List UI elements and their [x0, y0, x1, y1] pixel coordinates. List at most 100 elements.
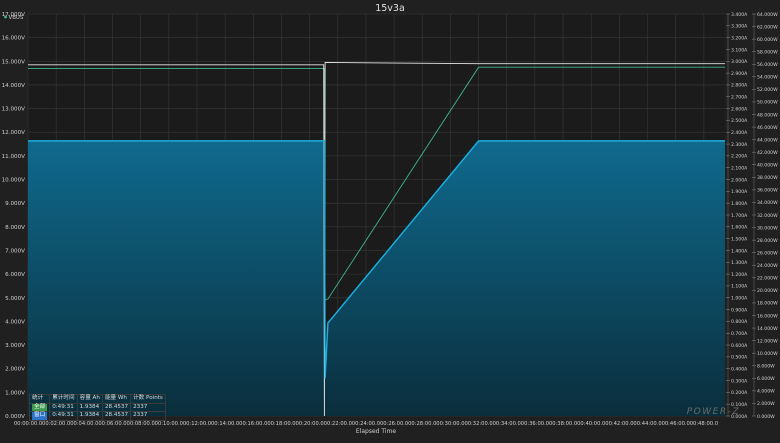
right-tick-label: 28.000W: [757, 238, 778, 244]
right-tick-label: 32.000W: [757, 213, 778, 219]
right-tick-label: 16.000W: [757, 313, 778, 319]
stats-table: 统计 累计时间 容量 Ah 能量 Wh 计数 Points 全部 0:49:31…: [28, 394, 166, 421]
right-tick-label: 42.000W: [757, 150, 778, 156]
mid-tick-label: 3.300A: [731, 24, 748, 30]
x-tick-label: 00:14:00.0: [211, 421, 239, 427]
stats-header-cell: 统计: [28, 394, 51, 404]
x-tick-label: 00:18:00.0: [267, 421, 295, 427]
mid-tick-label: 1.100A: [731, 284, 748, 290]
x-tick-label: 00:36:00.0: [521, 421, 549, 427]
left-tick-label: 3.000V: [5, 343, 25, 349]
stats-points: 2337: [130, 402, 166, 413]
mid-tick-label: 1.800A: [731, 201, 748, 207]
right-tick-label: 26.000W: [757, 250, 778, 256]
right-tick-label: 20.000W: [757, 288, 778, 294]
stats-ah: 1.9384: [76, 402, 103, 413]
left-tick-label: 9.000V: [5, 201, 25, 207]
right-tick-label: 12.000W: [757, 338, 778, 344]
right-tick-label: 64.000W: [757, 12, 778, 18]
mid-tick-label: 0.700A: [731, 331, 748, 337]
mid-tick-label: 2.700A: [731, 95, 748, 101]
x-axis-label: Elapsed Time: [356, 428, 396, 435]
stats-ah: 1.9384: [76, 411, 103, 421]
mid-tick-label: 1.000A: [731, 296, 748, 302]
right-tick-label: 0.000W: [757, 414, 775, 420]
chart-svg: 15v3a VBUSIBUSPWR 0.000V1.000V2.000V3.00…: [2, 3, 778, 435]
right-tick-label: 60.000W: [757, 37, 778, 43]
right-tick-label: 22.000W: [757, 276, 778, 282]
mid-tick-label: 1.900A: [731, 189, 748, 195]
mid-tick-label: 1.500A: [731, 236, 748, 242]
mid-tick-label: 2.500A: [731, 118, 748, 124]
x-tick-label: 00:04:00.0: [70, 421, 98, 427]
x-tick-label: 00:48:00.0: [690, 421, 718, 427]
x-tick-label: 00:28:00.0: [408, 421, 436, 427]
mid-tick-label: 0.400A: [731, 367, 748, 373]
left-tick-label: 0.000V: [5, 414, 25, 420]
stats-row-label: 全部: [28, 402, 51, 413]
chart-title: 15v3a: [375, 3, 405, 14]
right-tick-label: 10.000W: [757, 351, 778, 357]
left-tick-label: 7.000V: [5, 248, 25, 254]
mid-tick-label: 2.100A: [731, 166, 748, 172]
x-tick-label: 00:00:00.0: [14, 421, 42, 427]
x-tick-label: 00:10:00.0: [155, 421, 183, 427]
right-tick-label: 44.000W: [757, 137, 778, 143]
mid-tick-label: 3.100A: [731, 47, 748, 53]
right-tick-label: 54.000W: [757, 75, 778, 81]
right-tick-label: 50.000W: [757, 100, 778, 106]
stats-row-label: 窗口: [28, 411, 51, 421]
right-tick-label: 38.000W: [757, 175, 778, 181]
x-tick-label: 00:24:00.0: [352, 421, 380, 427]
mid-tick-label: 0.500A: [731, 355, 748, 361]
stats-header-row: 统计 累计时间 容量 Ah 能量 Wh 计数 Points: [28, 394, 166, 404]
x-tick-label: 00:20:00.0: [295, 421, 323, 427]
left-tick-label: 14.000V: [2, 83, 26, 89]
stats-time: 0:49:31: [49, 402, 78, 413]
mid-tick-label: 1.700A: [731, 213, 748, 219]
stats-row-all: 全部 0:49:31 1.9384 28.4537 2337: [28, 402, 166, 413]
stats-header-cell: 能量 Wh: [101, 394, 132, 404]
stats-header-cell: 累计时间: [49, 394, 78, 404]
x-tick-label: 00:16:00.0: [239, 421, 267, 427]
mid-tick-label: 1.400A: [731, 248, 748, 254]
mid-tick-label: 2.900A: [731, 71, 748, 77]
x-tick-label: 00:34:00.0: [493, 421, 521, 427]
stats-wh: 28.4537: [101, 411, 132, 421]
x-tick-label: 00:22:00.0: [324, 421, 352, 427]
x-tick-label: 00:12:00.0: [183, 421, 211, 427]
left-tick-label: 10.000V: [2, 178, 26, 184]
mid-tick-label: 2.300A: [731, 142, 748, 148]
watermark: POWER-Z: [687, 407, 740, 417]
stats-header-cell: 容量 Ah: [76, 394, 103, 404]
left-tick-label: 12.000V: [2, 130, 26, 136]
x-tick-label: 00:26:00.0: [380, 421, 408, 427]
right-tick-label: 58.000W: [757, 49, 778, 55]
right-tick-label: 56.000W: [757, 62, 778, 68]
left-tick-label: 8.000V: [5, 225, 25, 231]
left-tick-label: 4.000V: [5, 319, 25, 325]
chart-window: 15v3a VBUSIBUSPWR 0.000V1.000V2.000V3.00…: [0, 0, 780, 439]
mid-tick-label: 0.300A: [731, 378, 748, 384]
right-tick-label: 46.000W: [757, 125, 778, 131]
mid-tick-label: 1.300A: [731, 260, 748, 266]
stats-swatch-window: 窗口: [32, 412, 48, 420]
mid-tick-label: 2.000A: [731, 177, 748, 183]
right-tick-label: 62.000W: [757, 24, 778, 30]
mid-tick-label: 0.900A: [731, 307, 748, 313]
left-tick-label: 13.000V: [2, 107, 26, 113]
right-tick-label: 6.000W: [757, 376, 775, 382]
mid-tick-label: 0.200A: [731, 390, 748, 396]
mid-tick-label: 2.600A: [731, 106, 748, 112]
stats-points: 2337: [130, 411, 166, 421]
mid-tick-label: 3.400A: [731, 12, 748, 18]
right-tick-label: 48.000W: [757, 112, 778, 118]
right-tick-label: 24.000W: [757, 263, 778, 269]
x-tick-label: 00:06:00.0: [98, 421, 126, 427]
mid-tick-label: 1.600A: [731, 225, 748, 231]
left-tick-label: 5.000V: [5, 296, 25, 302]
x-tick-label: 00:42:00.0: [605, 421, 633, 427]
mid-tick-label: 2.200A: [731, 154, 748, 160]
x-tick-label: 00:44:00.0: [633, 421, 661, 427]
mid-tick-label: 0.800A: [731, 319, 748, 325]
